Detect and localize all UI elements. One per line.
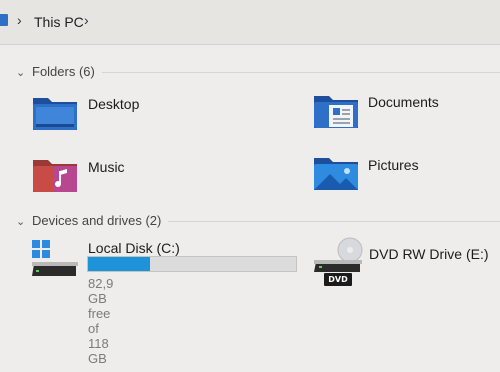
- breadcrumb-this-pc[interactable]: This PC: [34, 14, 84, 30]
- disk-usage-bar: [87, 256, 297, 272]
- drive-label: DVD RW Drive (E:): [369, 246, 489, 262]
- drive-label: Local Disk (C:): [88, 240, 180, 256]
- drive-free-space: 82,9 GB free of 118 GB: [88, 276, 114, 366]
- desktop-folder-icon: [33, 98, 77, 130]
- chevron-down-icon[interactable]: ⌄: [16, 66, 28, 79]
- chevron-right-icon[interactable]: ›: [17, 12, 22, 28]
- divider: [102, 72, 500, 73]
- folder-label: Desktop: [88, 96, 140, 112]
- dvd-badge: DVD: [324, 273, 352, 286]
- chevron-right-icon[interactable]: ›: [84, 12, 89, 28]
- folders-section-header[interactable]: ⌄ Folders (6): [16, 64, 95, 79]
- windows-drive-icon: [32, 240, 78, 276]
- chevron-down-icon[interactable]: ⌄: [16, 215, 28, 228]
- pictures-folder-icon: [314, 158, 358, 190]
- dvd-drive-icon: [314, 237, 363, 272]
- documents-folder-icon: [314, 96, 358, 128]
- address-bar[interactable]: › This PC ›: [0, 0, 500, 45]
- folder-label: Music: [88, 159, 125, 175]
- folder-label: Pictures: [368, 157, 419, 173]
- music-folder-icon: [33, 160, 77, 192]
- this-pc-icon: [0, 14, 8, 26]
- folder-label: Documents: [368, 94, 439, 110]
- divider: [168, 221, 500, 222]
- disk-usage-fill: [88, 257, 151, 271]
- devices-section-header[interactable]: ⌄ Devices and drives (2): [16, 213, 161, 228]
